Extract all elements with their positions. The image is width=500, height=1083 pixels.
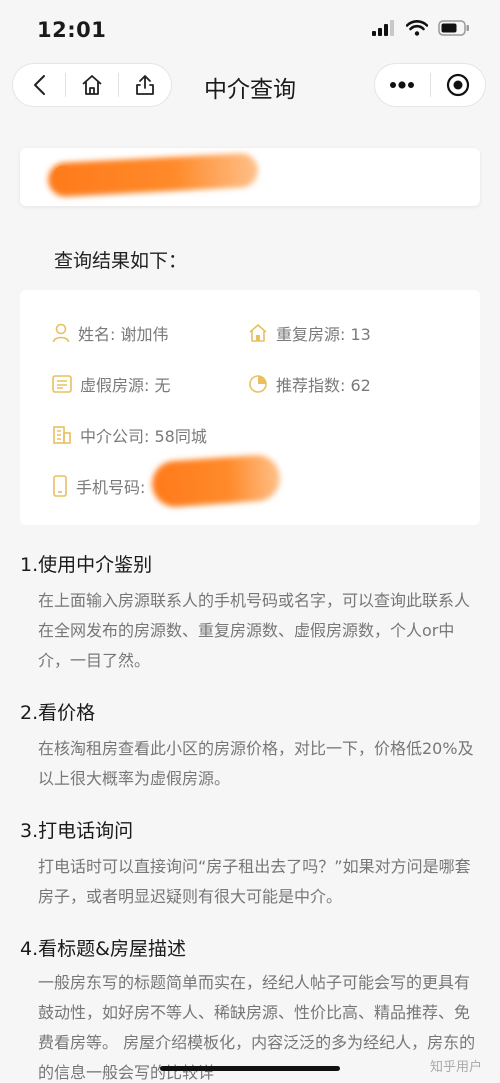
- tip-body: 在上面输入房源联系人的手机号码或名字，可以查询此联系人在全网发布的房源数、重复房…: [38, 591, 471, 670]
- fake-listings-text: 虚假房源: 无: [80, 376, 171, 395]
- pie-chart-icon: [249, 375, 267, 393]
- agent-name-text: 姓名: 谢加伟: [78, 325, 169, 344]
- duplicate-listings-text: 重复房源: 13: [276, 325, 371, 344]
- cellular-signal-icon: [372, 20, 394, 36]
- phone-number-text: 手机号码:: [76, 478, 146, 497]
- tip-heading: 2.看价格: [20, 702, 96, 724]
- duplicate-listings: 重复房源: 13: [248, 321, 371, 345]
- document-icon: [52, 375, 72, 393]
- close-miniprogram-button[interactable]: [431, 64, 486, 106]
- recommend-score: 推荐指数: 62: [248, 372, 371, 396]
- phone-icon: [53, 475, 67, 497]
- agent-name: 姓名: 谢加伟: [52, 321, 168, 345]
- tip-heading: 3.打电话询问: [20, 820, 134, 842]
- recommend-score-text: 推荐指数: 62: [276, 376, 371, 395]
- more-button[interactable]: [375, 64, 430, 106]
- building-icon: [53, 426, 71, 444]
- more-dots-icon: [390, 81, 415, 89]
- status-icons: [372, 20, 470, 36]
- fake-listings: 虚假房源: 无: [52, 372, 170, 396]
- nav-right-capsule: [374, 63, 486, 107]
- status-time: 12:01: [37, 18, 107, 42]
- status-bar: 12:01: [0, 0, 500, 52]
- result-heading: 查询结果如下：: [54, 250, 188, 272]
- target-close-icon: [446, 73, 469, 97]
- tip-heading: 4.看标题&房屋描述: [20, 938, 186, 960]
- redaction-mark: [150, 453, 282, 509]
- tip-body: 打电话时可以直接询问“房子租出去了吗？”如果对方问是哪套房子，或者明显迟疑则有很…: [38, 857, 471, 906]
- house-icon: [249, 324, 267, 342]
- phone-number: 手机号码:: [52, 474, 145, 498]
- tip-heading: 1.使用中介鉴别: [20, 554, 153, 576]
- watermark: 知乎用户: [429, 1060, 482, 1075]
- home-indicator[interactable]: [160, 1066, 340, 1071]
- tip-body: 在核淘租房查看此小区的房源价格，对比一下，价格低20%及以上很大概率为虚假房源。: [38, 739, 474, 788]
- person-icon: [52, 323, 70, 343]
- agency-company-text: 中介公司: 58同城: [80, 427, 207, 446]
- wifi-icon: [406, 20, 428, 36]
- battery-icon: [438, 20, 469, 36]
- agency-company: 中介公司: 58同城: [52, 423, 207, 447]
- tip-body: 一般房东写的标题简单而实在，经纪人帖子可能会写的更具有鼓动性，如好房不等人、稀缺…: [38, 973, 476, 1080]
